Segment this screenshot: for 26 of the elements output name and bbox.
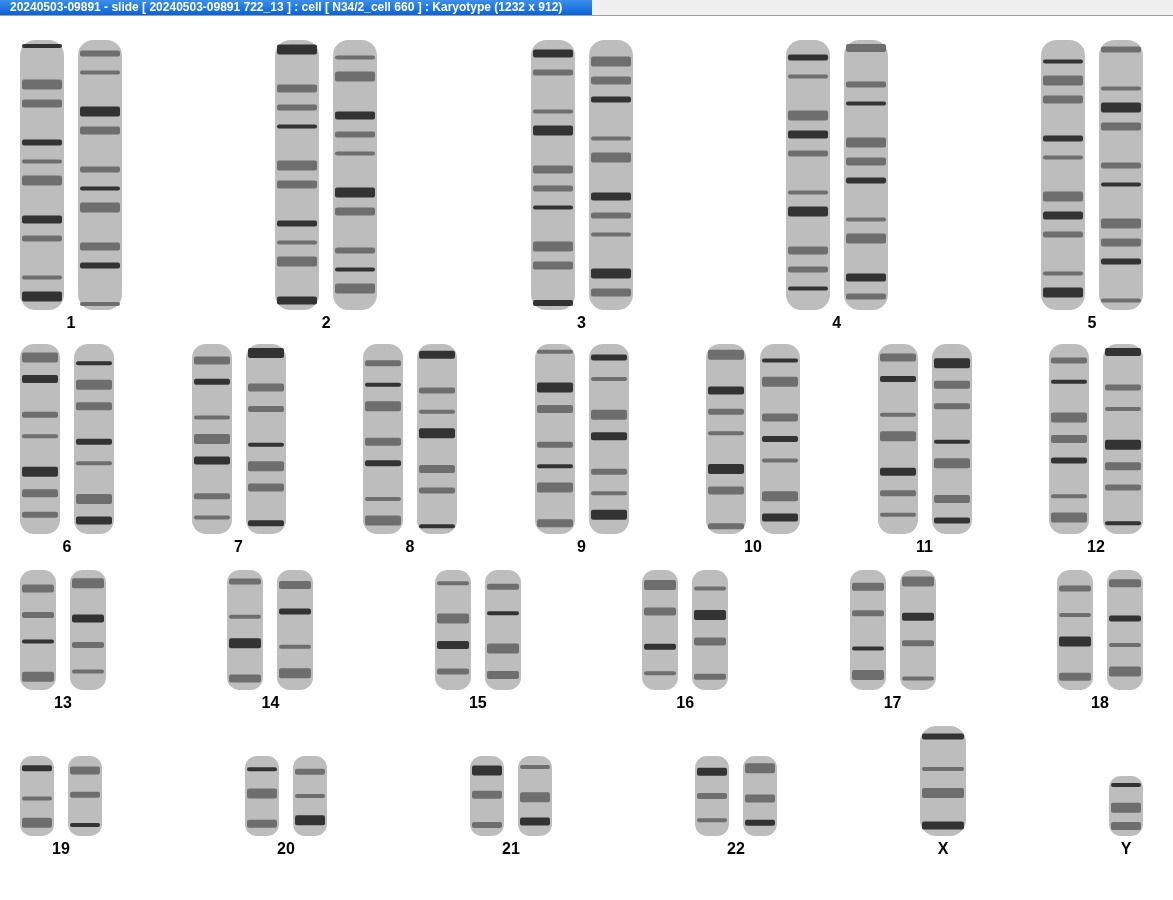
- chromosome-label: 19: [52, 840, 70, 858]
- chromosome-label: 6: [62, 538, 72, 556]
- chromosome-label: X: [937, 840, 949, 858]
- chromosome-label: 17: [883, 694, 902, 712]
- window-title: 20240503-09891 - slide [ 20240503-09891 722_13 ] : cell [ N34/2_cell 660 ] : Karyotype (1232 x 912): [0, 0, 592, 15]
- chromosome-label: 2: [321, 314, 331, 332]
- chromosome-label: 5: [1087, 314, 1097, 332]
- chromosome-label: 16: [676, 694, 695, 712]
- chromosome-label: 18: [1091, 694, 1109, 712]
- chromosome-label: 14: [261, 694, 280, 712]
- chromosome-label: 10: [744, 538, 762, 556]
- chromosome-label: 21: [502, 840, 520, 858]
- chromosome-label: 7: [234, 538, 243, 556]
- chromosome-label: 15: [468, 694, 487, 712]
- chromosome-label: Y: [1120, 840, 1132, 858]
- chromosome-label: 20: [277, 840, 295, 858]
- chromosome-label: 11: [916, 538, 933, 556]
- chromosome-label: 12: [1087, 538, 1105, 556]
- chromosome-label: 3: [577, 314, 586, 332]
- chromosome-label: 4: [832, 314, 842, 332]
- chromosome-label: 22: [727, 840, 745, 858]
- chromosome-label: 9: [577, 538, 586, 556]
- chromosome-label: 13: [54, 694, 72, 712]
- chromosome-label: 1: [66, 314, 76, 332]
- chromosome-label: 8: [405, 538, 415, 556]
- chromosome-drawing: [1109, 776, 1143, 836]
